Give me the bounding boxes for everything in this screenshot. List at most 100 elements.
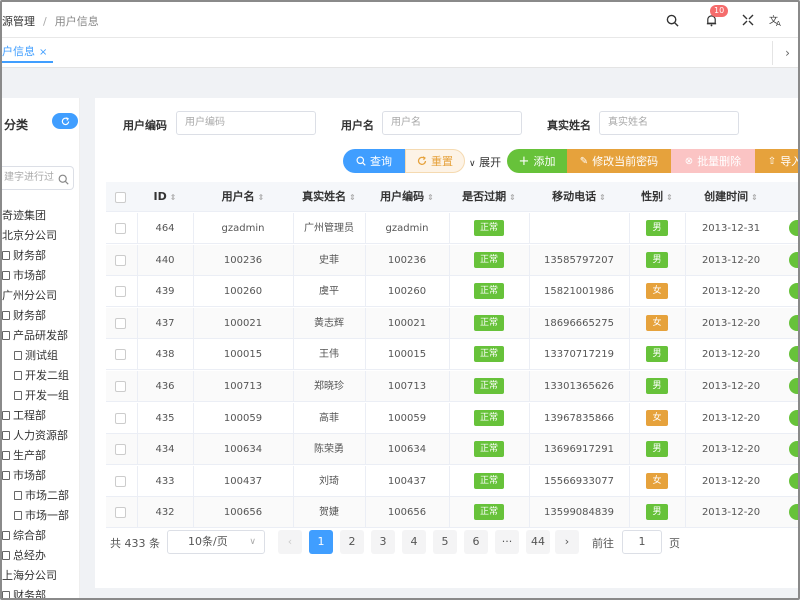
status-badge: 正常	[473, 378, 504, 394]
translate-icon[interactable]: 文A	[767, 11, 785, 29]
tree-node[interactable]: 开发二组	[2, 366, 80, 386]
add-button[interactable]: + 添加	[507, 149, 567, 173]
tree-search-input[interactable]: 建字进行过	[2, 166, 74, 190]
fullscreen-icon[interactable]	[739, 11, 757, 29]
table-row[interactable]: 439 100260 虞平 100260 正常 15821001986 女 2013-12-2…	[106, 276, 798, 308]
search-icon[interactable]	[663, 11, 681, 29]
view-icon[interactable]	[789, 441, 798, 458]
page-unit-label: 页	[669, 537, 680, 550]
view-icon[interactable]	[789, 220, 798, 236]
column-header-created[interactable]: 创建时间 ⇕	[685, 182, 777, 212]
select-all-checkbox[interactable]	[115, 192, 126, 203]
change-password-button[interactable]: ✎ 修改当前密码	[567, 149, 671, 173]
tree-node[interactable]: 财务部	[2, 246, 80, 266]
column-header-realname[interactable]: 真实姓名 ⇕	[293, 182, 365, 212]
user-code-input[interactable]: 用户编码	[176, 111, 316, 135]
page-size-select[interactable]: 10条/页 ∨	[167, 530, 265, 554]
page-button[interactable]: 2	[340, 530, 364, 554]
tree-node[interactable]: 开发一组	[2, 386, 80, 406]
tree-node[interactable]: 奇迹集团	[2, 206, 80, 226]
tree-node[interactable]: 工程部	[2, 406, 80, 426]
expand-toggle[interactable]: ∨ 展开	[469, 154, 501, 170]
tree-node[interactable]: 人力资源部	[2, 426, 80, 446]
row-checkbox[interactable]	[115, 475, 126, 487]
cell-text: 434	[155, 444, 175, 456]
tree-node[interactable]: 市场部	[2, 466, 80, 486]
edit-icon: ✎	[579, 155, 589, 167]
row-checkbox[interactable]	[115, 412, 126, 424]
cell-text: 436	[155, 381, 175, 392]
cell-realname: 郑晓珍	[293, 371, 365, 402]
tree-node[interactable]: 综合部	[2, 526, 80, 546]
view-icon[interactable]	[789, 504, 798, 521]
refresh-button[interactable]	[52, 113, 78, 129]
close-icon[interactable]: ×	[39, 47, 47, 58]
tree-node[interactable]: 广州分公司	[2, 286, 80, 306]
table-row[interactable]: 434 100634 陈荣勇 100634 正常 13696917291 男 2013-12-…	[106, 434, 798, 466]
tree-node[interactable]: 总经办	[2, 546, 80, 566]
row-checkbox[interactable]	[115, 381, 126, 392]
column-header-username[interactable]: 用户名 ⇕	[193, 182, 293, 212]
column-header-user-code[interactable]: 用户编码 ⇕	[365, 182, 449, 212]
table-row[interactable]: 432 100656 贺婕 100656 正常 13599084839 男 2013-12-2…	[106, 497, 798, 529]
tree-node[interactable]: 生产部	[2, 446, 80, 466]
tree-node[interactable]: 市场部	[2, 266, 80, 286]
page-button[interactable]: 6	[464, 530, 488, 554]
pager-ellipsis[interactable]: ···	[495, 530, 519, 554]
tree-node[interactable]: 北京分公司	[2, 226, 80, 246]
chevron-right-icon[interactable]: ›	[772, 41, 798, 65]
table-row[interactable]: 464 gzadmin 广州管理员 gzadmin 正常 男 2013-12-31	[106, 213, 798, 244]
page-button[interactable]: 3	[371, 530, 395, 554]
page-button[interactable]: 4	[402, 530, 426, 554]
row-checkbox[interactable]	[115, 223, 126, 234]
bell-icon[interactable]: 10	[702, 5, 729, 29]
cell-created: 2013-12-20	[685, 276, 777, 307]
view-icon[interactable]	[789, 472, 798, 489]
column-header-gender[interactable]: 性别 ⇕	[629, 182, 685, 212]
goto-page-input[interactable]: 1	[622, 530, 662, 554]
more-icon[interactable]	[792, 11, 798, 29]
table-row[interactable]: 437 100021 黄志辉 100021 正常 18696665275 女 2013-12-…	[106, 307, 798, 339]
row-checkbox[interactable]	[115, 349, 126, 361]
page-button[interactable]: 44	[526, 530, 550, 554]
view-icon[interactable]	[789, 409, 798, 426]
batch-delete-button[interactable]: ⊗ 批量删除	[671, 149, 755, 173]
view-icon[interactable]	[789, 314, 798, 331]
view-icon[interactable]	[789, 283, 798, 300]
tree-node[interactable]: 财务部	[2, 586, 80, 598]
row-checkbox[interactable]	[115, 444, 126, 456]
table-row[interactable]: 436 100713 郑晓珍 100713 正常 13301365626 男 2013-12-…	[106, 371, 798, 402]
row-checkbox[interactable]	[115, 317, 126, 329]
table-row[interactable]: 438 100015 王伟 100015 正常 13370717219 男 2013-12-2…	[106, 339, 798, 371]
column-header-expired[interactable]: 是否过期 ⇕	[449, 182, 529, 212]
import-button[interactable]: ⇧ 导入	[755, 149, 798, 173]
view-icon[interactable]	[789, 378, 798, 394]
row-checkbox[interactable]	[115, 507, 126, 519]
table-row[interactable]: 440 100236 史菲 100236 正常 13585797207 男 2013-12-2…	[106, 244, 798, 276]
row-checkbox[interactable]	[115, 254, 126, 266]
next-page-button[interactable]: ›	[555, 530, 579, 554]
view-icon[interactable]	[789, 346, 798, 363]
row-checkbox[interactable]	[115, 286, 126, 298]
prev-page-button[interactable]: ‹	[278, 530, 302, 554]
realname-input[interactable]: 真实姓名	[599, 111, 739, 135]
tree-node[interactable]: 市场二部	[2, 486, 80, 506]
column-header-id[interactable]: ID ⇕	[137, 182, 193, 212]
tree-node[interactable]: 上海分公司	[2, 566, 80, 586]
breadcrumb-item-system[interactable]: 源管理	[2, 15, 35, 28]
tree-node[interactable]: 产品研发部	[2, 326, 80, 346]
table-row[interactable]: 433 100437 刘琦 100437 正常 15566933077 女 2013-12-2…	[106, 465, 798, 497]
page-button[interactable]: 1	[309, 530, 333, 554]
tree-node[interactable]: 财务部	[2, 306, 80, 326]
tree-node[interactable]: 市场一部	[2, 506, 80, 526]
table-row[interactable]: 435 100059 高菲 100059 正常 13967835866 女 2013-12-2…	[106, 402, 798, 434]
username-input[interactable]: 用户名	[382, 111, 522, 135]
tag-user-info[interactable]: 户信息 ×	[2, 43, 54, 63]
tree-node[interactable]: 测试组	[2, 346, 80, 366]
column-header-mobile[interactable]: 移动电话 ⇕	[529, 182, 629, 212]
reset-button[interactable]: 重置	[405, 149, 465, 173]
view-icon[interactable]	[789, 251, 798, 268]
page-button[interactable]: 5	[433, 530, 457, 554]
query-button[interactable]: 查询	[343, 149, 405, 173]
folder-icon	[14, 511, 22, 520]
